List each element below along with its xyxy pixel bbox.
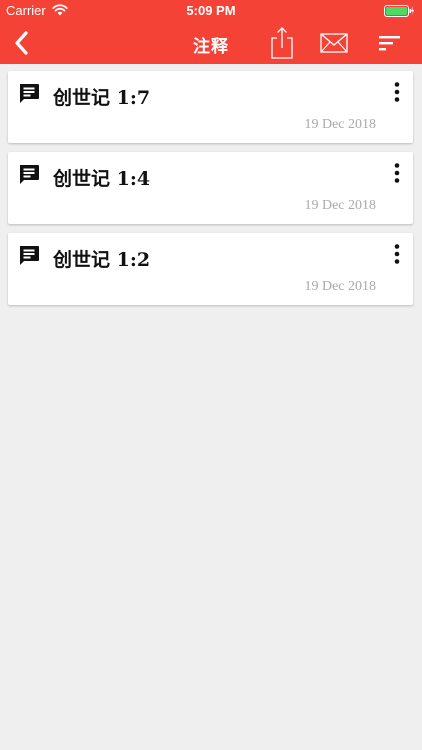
comment-icon <box>20 165 39 184</box>
toolbar: 注释 <box>0 22 422 64</box>
status-time: 5:09 PM <box>186 3 236 18</box>
page-title: 注释 <box>193 37 229 56</box>
note-card[interactable]: 创世记 1:4 19 Dec 2018 <box>8 152 413 224</box>
more-vertical-icon[interactable] <box>389 162 405 184</box>
note-date: 19 Dec 2018 <box>304 117 376 132</box>
note-reference: 创世记 1:4 <box>53 168 151 190</box>
more-vertical-icon[interactable] <box>389 81 405 103</box>
share-icon[interactable] <box>268 26 296 60</box>
battery-icon <box>384 5 414 17</box>
notes-list: 创世记 1:7 19 Dec 2018 创世记 1:4 19 Dec 2018 <box>8 71 414 314</box>
comment-icon <box>20 84 39 103</box>
note-card[interactable]: 创世记 1:7 19 Dec 2018 <box>8 71 413 143</box>
note-date: 19 Dec 2018 <box>304 279 376 294</box>
app-header: Carrier 5:09 PM 注释 <box>0 0 422 64</box>
note-card[interactable]: 创世记 1:2 19 Dec 2018 <box>8 233 413 305</box>
note-reference: 创世记 1:7 <box>53 87 151 109</box>
sort-icon[interactable] <box>378 34 402 52</box>
more-vertical-icon[interactable] <box>389 243 405 265</box>
status-bar: Carrier 5:09 PM <box>0 0 422 22</box>
mail-icon[interactable] <box>320 32 348 54</box>
note-reference: 创世记 1:2 <box>53 249 151 271</box>
note-date: 19 Dec 2018 <box>304 198 376 213</box>
comment-icon <box>20 246 39 265</box>
